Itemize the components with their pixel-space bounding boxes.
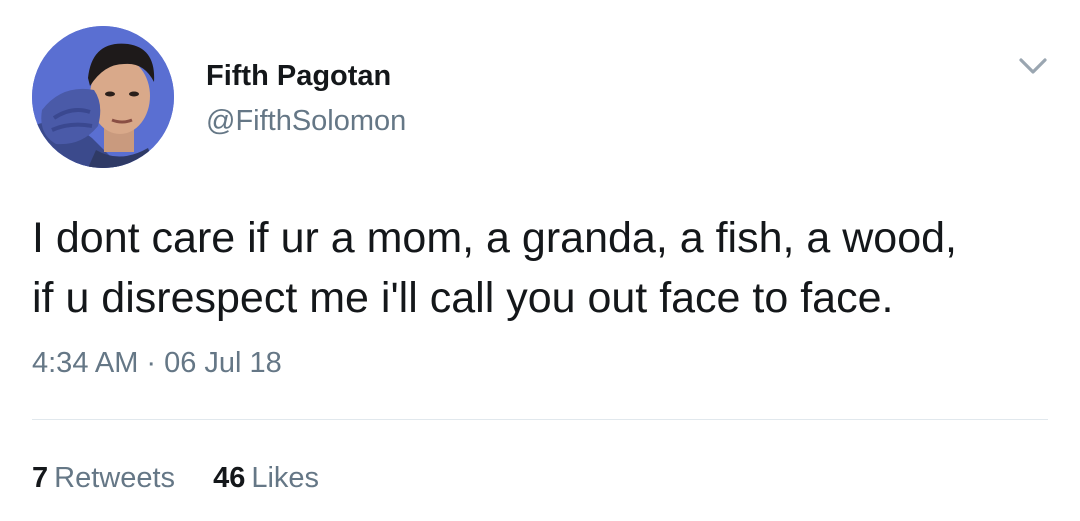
likes-count: 46 — [213, 462, 246, 494]
retweets-stat[interactable]: 7 Retweets — [32, 462, 175, 495]
chevron-down-icon[interactable] — [1016, 52, 1050, 80]
tweet-text-line: if u disrespect me i'll call you out fac… — [32, 274, 894, 322]
tweet-text-line: I dont care if ur a mom, a granda, a fis… — [32, 214, 957, 262]
display-name[interactable]: Fifth Pagotan — [206, 60, 391, 93]
divider — [32, 419, 1048, 420]
avatar[interactable] — [32, 26, 174, 168]
profile-photo-icon — [32, 26, 174, 168]
tweet-date: 06 Jul 18 — [164, 347, 282, 379]
likes-stat[interactable]: 46 Likes — [213, 462, 319, 495]
retweets-label: Retweets — [54, 462, 176, 494]
timestamp[interactable]: 4:34 AM · 06 Jul 18 — [32, 347, 282, 380]
tweet-stats: 7 Retweets 46 Likes — [32, 462, 349, 495]
tweet-time: 4:34 AM — [32, 347, 139, 379]
likes-label: Likes — [251, 462, 320, 494]
tweet-card: Fifth Pagotan @FifthSolomon I dont care … — [0, 0, 1080, 521]
tweet-text: I dont care if ur a mom, a granda, a fis… — [32, 208, 1062, 328]
separator: · — [146, 347, 157, 379]
user-handle[interactable]: @FifthSolomon — [206, 105, 406, 138]
retweets-count: 7 — [32, 462, 49, 494]
